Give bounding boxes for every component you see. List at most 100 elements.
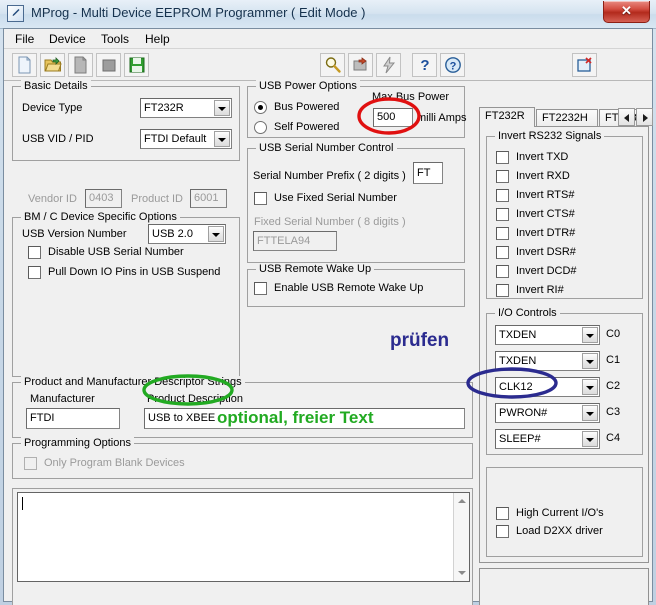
invert-rxd-checkbox[interactable] bbox=[496, 170, 509, 183]
remote-wakeup-caption: USB Remote Wake Up bbox=[256, 263, 375, 275]
serial-prefix-value: FT bbox=[417, 167, 431, 179]
erase-icon[interactable] bbox=[348, 53, 373, 77]
basic-details-caption: Basic Details bbox=[21, 80, 91, 92]
io-control-c2-pin: C2 bbox=[606, 380, 621, 392]
fixed-serial-label: Fixed Serial Number ( 8 digits ) bbox=[254, 216, 406, 228]
toolbar: ? ? bbox=[4, 49, 652, 81]
serial-prefix-field[interactable]: FT bbox=[413, 162, 443, 184]
enable-remote-wakeup-checkbox[interactable] bbox=[254, 282, 267, 295]
invert-signals-caption: Invert RS232 Signals bbox=[495, 130, 605, 142]
invert-txd-label: Invert TXD bbox=[516, 151, 569, 163]
chevron-down-icon[interactable] bbox=[582, 431, 598, 447]
chevron-down-icon[interactable] bbox=[582, 353, 598, 369]
io-control-c1-value: TXDEN bbox=[499, 355, 537, 367]
pull-down-io-checkbox[interactable] bbox=[28, 266, 41, 279]
program-icon[interactable] bbox=[376, 53, 401, 77]
io-control-c3-value: PWRON# bbox=[499, 407, 548, 419]
invert-rts-checkbox[interactable] bbox=[496, 189, 509, 202]
descriptor-strings-caption: Product and Manufacturer Descriptor Stri… bbox=[21, 376, 245, 388]
tab-scroll-right-button[interactable] bbox=[636, 108, 653, 126]
disable-usb-serial-checkbox[interactable] bbox=[28, 246, 41, 259]
pull-down-io-label: Pull Down IO Pins in USB Suspend bbox=[48, 266, 221, 278]
io-control-c0-value: TXDEN bbox=[499, 329, 537, 341]
annotation-pruefen: prüfen bbox=[390, 330, 450, 351]
max-bus-power-field[interactable]: 500 bbox=[373, 108, 413, 127]
close-button[interactable]: ✕ bbox=[603, 1, 650, 23]
device-tabs: FT232R FT2232H FT423 bbox=[479, 107, 655, 127]
io-control-c0-combo[interactable]: TXDEN bbox=[495, 325, 600, 345]
usb-vid-pid-combo[interactable]: FTDI Default bbox=[140, 129, 232, 149]
menu-help[interactable]: Help bbox=[140, 32, 175, 46]
serial-control-caption: USB Serial Number Control bbox=[256, 142, 397, 154]
tab-ft232r[interactable]: FT232R bbox=[479, 107, 535, 127]
invert-dcd-checkbox[interactable] bbox=[496, 265, 509, 278]
output-panel bbox=[12, 488, 473, 605]
menu-file[interactable]: File bbox=[10, 32, 39, 46]
enable-remote-wakeup-label: Enable USB Remote Wake Up bbox=[274, 282, 424, 294]
close-icon: ✕ bbox=[621, 3, 632, 18]
bus-powered-radio[interactable] bbox=[254, 101, 267, 114]
invert-dtr-label: Invert DTR# bbox=[516, 227, 576, 239]
invert-dsr-checkbox[interactable] bbox=[496, 246, 509, 259]
stop-icon[interactable] bbox=[96, 53, 121, 77]
invert-txd-checkbox[interactable] bbox=[496, 151, 509, 164]
scan-icon[interactable] bbox=[320, 53, 345, 77]
invert-cts-checkbox[interactable] bbox=[496, 208, 509, 221]
programming-options-caption: Programming Options bbox=[21, 437, 134, 449]
load-d2xx-label: Load D2XX driver bbox=[516, 525, 603, 537]
client-area: File Device Tools Help ? ? Basic Details… bbox=[3, 28, 655, 605]
io-control-c4-combo[interactable]: SLEEP# bbox=[495, 429, 600, 449]
text-caret bbox=[22, 497, 23, 510]
chevron-down-icon[interactable] bbox=[582, 327, 598, 343]
scroll-up-icon[interactable] bbox=[454, 493, 469, 508]
tab-ft2232h[interactable]: FT2232H bbox=[536, 109, 598, 127]
pencil-glyph bbox=[12, 8, 20, 16]
only-blank-devices-checkbox[interactable] bbox=[24, 457, 37, 470]
output-scrollbar[interactable] bbox=[453, 493, 469, 581]
help-question-icon[interactable]: ? bbox=[412, 53, 437, 77]
only-blank-devices-label: Only Program Blank Devices bbox=[44, 457, 185, 469]
scroll-down-icon[interactable] bbox=[454, 566, 469, 581]
vendor-id-field[interactable]: 0403 bbox=[85, 189, 122, 208]
output-textarea[interactable] bbox=[17, 492, 470, 582]
io-control-c2-combo[interactable]: CLK12 bbox=[495, 377, 600, 397]
self-powered-radio[interactable] bbox=[254, 121, 267, 134]
annotation-optional: optional, freier Text bbox=[217, 408, 374, 427]
new-icon[interactable] bbox=[12, 53, 37, 77]
invert-dtr-checkbox[interactable] bbox=[496, 227, 509, 240]
io-control-c1-combo[interactable]: TXDEN bbox=[495, 351, 600, 371]
save-icon[interactable] bbox=[124, 53, 149, 77]
manufacturer-field[interactable]: FTDI bbox=[26, 408, 120, 429]
invert-rxd-label: Invert RXD bbox=[516, 170, 570, 182]
product-id-field[interactable]: 6001 bbox=[190, 189, 227, 208]
menu-tools[interactable]: Tools bbox=[96, 32, 134, 46]
menu-device[interactable]: Device bbox=[44, 32, 91, 46]
exit-icon[interactable] bbox=[572, 53, 597, 77]
about-icon[interactable]: ? bbox=[440, 53, 465, 77]
io-control-c3-combo[interactable]: PWRON# bbox=[495, 403, 600, 423]
chevron-down-icon[interactable] bbox=[214, 100, 230, 116]
ft232r-tab-page: Invert RS232 Signals Invert TXD Invert R… bbox=[479, 126, 649, 563]
load-d2xx-checkbox[interactable] bbox=[496, 525, 509, 538]
chevron-down-icon[interactable] bbox=[208, 226, 224, 242]
tab-scroll-left-button[interactable] bbox=[618, 108, 635, 126]
device-type-combo[interactable]: FT232R bbox=[140, 98, 232, 118]
save-as-icon[interactable] bbox=[68, 53, 93, 77]
chevron-down-icon[interactable] bbox=[582, 405, 598, 421]
self-powered-label: Self Powered bbox=[274, 121, 340, 133]
high-current-io-checkbox[interactable] bbox=[496, 507, 509, 520]
fixed-serial-field[interactable]: FTTELA94 bbox=[253, 231, 337, 251]
application-window: MProg - Multi Device EEPROM Programmer (… bbox=[0, 0, 656, 605]
use-fixed-serial-checkbox[interactable] bbox=[254, 192, 267, 205]
pencil-icon bbox=[7, 5, 24, 22]
invert-rts-label: Invert RTS# bbox=[516, 189, 575, 201]
invert-ri-checkbox[interactable] bbox=[496, 284, 509, 297]
max-bus-power-value: 500 bbox=[377, 111, 396, 123]
open-icon[interactable] bbox=[40, 53, 65, 77]
chevron-down-icon[interactable] bbox=[214, 131, 230, 147]
milli-amps-label: milli Amps bbox=[417, 112, 467, 124]
invert-ri-label: Invert RI# bbox=[516, 284, 564, 296]
chevron-down-icon[interactable] bbox=[582, 379, 598, 395]
usb-version-combo[interactable]: USB 2.0 bbox=[148, 224, 226, 244]
product-description-label: Product Description bbox=[147, 393, 243, 405]
